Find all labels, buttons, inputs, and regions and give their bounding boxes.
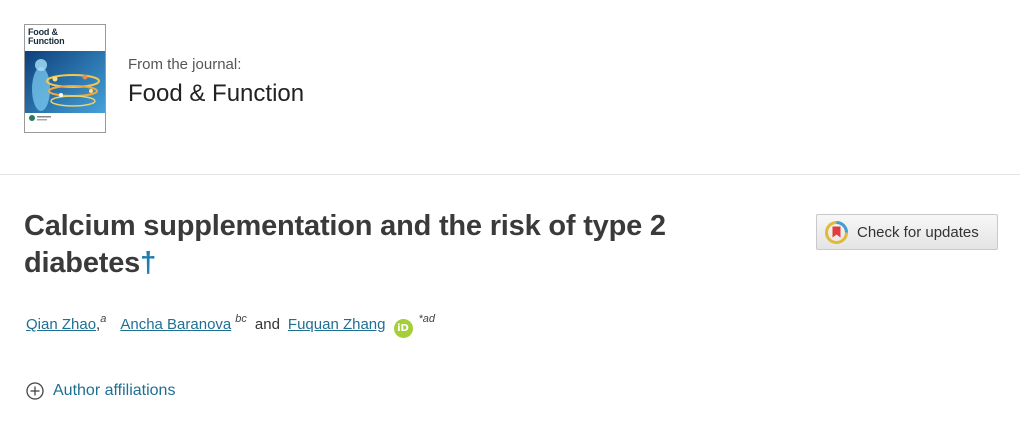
- article-title: Calcium supplementation and the risk of …: [24, 208, 744, 282]
- author-list: Qian Zhao, a Ancha Baranova bc and Fuquan …: [26, 313, 436, 338]
- author-affiliation-marker: bc: [235, 313, 247, 325]
- orcid-icon[interactable]: iD: [393, 319, 413, 338]
- author-link-fuquan-zhang[interactable]: Fuquan Zhang: [288, 316, 386, 333]
- journal-name-link[interactable]: Food & Function: [128, 79, 304, 109]
- journal-meta: From the journal: Food & Function: [128, 56, 304, 109]
- check-for-updates-button[interactable]: Check for updates: [816, 214, 998, 250]
- plus-circle-icon: [26, 382, 44, 400]
- authors-conjunction: and: [254, 316, 280, 333]
- journal-cover-image[interactable]: Food & Function: [24, 24, 106, 133]
- article-title-text: Calcium supplementation and the risk of …: [24, 210, 666, 279]
- author-affiliation-marker: *ad: [418, 313, 436, 325]
- cover-title: Food & Function: [28, 27, 65, 46]
- author-link-qian-zhao[interactable]: Qian Zhao: [26, 316, 96, 333]
- author-affiliation-marker: a: [100, 313, 107, 325]
- crossmark-icon: [825, 220, 848, 244]
- author-link-ancha-baranova[interactable]: Ancha Baranova: [120, 316, 231, 333]
- from-journal-label: From the journal:: [128, 56, 242, 73]
- footnote-dagger-link[interactable]: †: [140, 247, 156, 279]
- author-affiliations-toggle[interactable]: Author affiliations: [26, 382, 175, 400]
- journal-header: Food & Function From the journal: Food &…: [0, 0, 1020, 175]
- check-for-updates-label: Check for updates: [857, 223, 979, 241]
- cover-artwork: [25, 51, 105, 123]
- author-affiliations-label: Author affiliations: [53, 382, 176, 399]
